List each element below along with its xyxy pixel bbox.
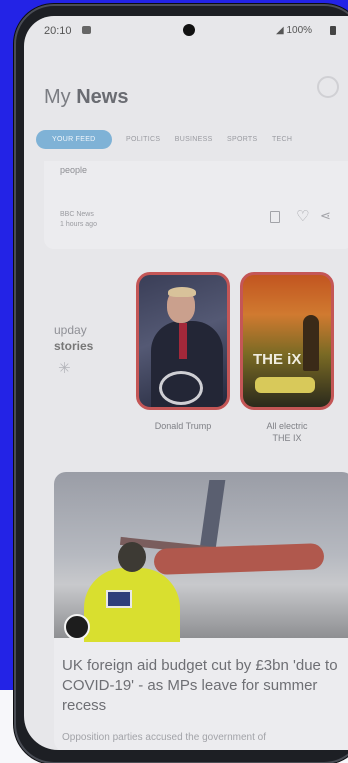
story-the-ix[interactable]: THE iX: [240, 272, 334, 410]
story-label-the-ix: All electric THE IX: [240, 420, 334, 444]
source-logo-icon: [64, 614, 90, 640]
story-image-car: [255, 377, 315, 393]
phone-screen: 20:10 ◢ 100% My News YOUR FEED POLITICS …: [24, 16, 348, 750]
signal-icon: ◢ 100%: [276, 25, 313, 36]
tab-politics[interactable]: POLITICS: [126, 136, 160, 143]
story-label-line1: All electric: [266, 421, 308, 431]
story-image-seal: [159, 371, 203, 405]
card-source-name: BBC News: [60, 211, 94, 218]
story-image-hair: [168, 287, 196, 297]
bookmark-icon[interactable]: [270, 211, 280, 223]
story-overlay-text: THE iX: [253, 351, 302, 368]
page-title: My News: [44, 86, 128, 109]
tab-sports[interactable]: SPORTS: [227, 136, 257, 143]
card-source-time: 1 hours ago: [60, 221, 97, 228]
article-headline[interactable]: UK foreign aid budget cut by £3bn 'due t…: [62, 656, 348, 716]
tab-business[interactable]: BUSINESS: [175, 136, 213, 143]
tab-tech[interactable]: TECH: [272, 136, 292, 143]
card-lead-text: people: [60, 165, 88, 175]
story-donald-trump[interactable]: [136, 272, 230, 410]
article-snippet: Opposition parties accused the governmen…: [62, 732, 267, 743]
page-title-bold: News: [76, 86, 129, 108]
news-card-article[interactable]: UK foreign aid budget cut by £3bn 'due t…: [54, 472, 348, 750]
news-card-previous[interactable]: people BBC News 1 hours ago ♡ ⋖: [44, 161, 348, 249]
article-image: [54, 472, 348, 642]
upday-logo-icon: ✳: [58, 360, 71, 377]
upday-label-line2: stories: [54, 339, 94, 353]
image-plane-body: [153, 543, 325, 575]
image-flag: [106, 590, 132, 608]
share-icon[interactable]: ⋖: [320, 208, 331, 224]
upday-label-line1: upday: [54, 323, 87, 337]
message-icon: [82, 26, 91, 34]
battery-percent: 100%: [286, 25, 313, 36]
story-label-line2: THE IX: [272, 433, 302, 443]
status-bar: 20:10 ◢ 100%: [24, 16, 348, 46]
page-title-prefix: My: [44, 86, 71, 108]
upday-stories-label: upday stories: [54, 322, 93, 354]
category-tabs: YOUR FEED POLITICS BUSINESS SPORTS TECH: [36, 130, 302, 154]
front-camera: [183, 24, 195, 36]
settings-icon[interactable]: [317, 76, 339, 98]
story-image-tie: [179, 323, 187, 359]
card-source: BBC News 1 hours ago: [60, 210, 180, 230]
heart-icon[interactable]: ♡: [296, 207, 309, 225]
battery-icon: [330, 26, 336, 35]
story-image-person: [303, 315, 319, 371]
image-worker: [84, 568, 180, 642]
tab-your-feed[interactable]: YOUR FEED: [36, 130, 112, 149]
image-worker-head: [118, 542, 146, 572]
status-time: 20:10: [44, 25, 72, 37]
story-label-donald-trump: Donald Trump: [154, 421, 212, 431]
